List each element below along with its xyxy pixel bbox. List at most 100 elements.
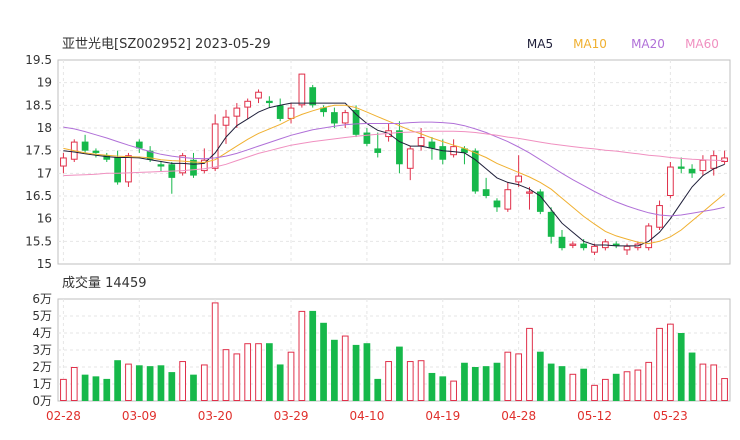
candle-body — [623, 245, 631, 251]
volume-bar — [688, 352, 696, 401]
candle-body — [374, 148, 382, 153]
candle-body — [645, 225, 653, 249]
x-tick-label: 03-20 — [198, 409, 233, 423]
volume-bar — [439, 376, 447, 401]
x-tick-label: 02-28 — [46, 409, 81, 423]
volume-y-tick: 6万 — [32, 292, 52, 306]
x-tick-label: 03-29 — [274, 409, 309, 423]
price-y-tick: 16 — [37, 212, 52, 226]
stock-chart: 亚世光电[SZ002952] 2023-05-29 MA5 MA10 MA20 MA6… — [25, 37, 731, 423]
x-tick-label: 05-23 — [653, 409, 688, 423]
volume-y-tick: 2万 — [32, 360, 52, 374]
price-y-tick: 15 — [37, 257, 52, 271]
volume-bar — [417, 360, 425, 402]
volume-bar — [667, 323, 674, 401]
candle-body — [255, 91, 262, 99]
volume-bar — [320, 322, 327, 401]
volume-bar — [721, 378, 728, 401]
volume-bar — [60, 378, 67, 401]
volume-bar — [623, 371, 631, 401]
price-panel: 15 15.5 16 16.5 17 17.5 18 18.5 19 19.5 — [25, 53, 731, 271]
candle-body — [417, 137, 425, 147]
volume-bar — [146, 366, 154, 401]
candle-body — [92, 150, 100, 153]
volume-panel: 0万 1万 2万 3万 4万 5万 6万 — [32, 292, 731, 408]
volume-bar — [612, 373, 620, 401]
volume-bar — [135, 365, 143, 401]
ma20-line — [63, 121, 725, 217]
x-axis: 02-28 03-09 03-20 03-29 04-10 04-19 04-28 05-12… — [46, 409, 688, 423]
candle-body — [699, 159, 707, 172]
candle-body — [591, 245, 598, 253]
candle-body — [677, 166, 685, 169]
candle-body — [352, 109, 360, 135]
x-tick-label: 04-19 — [425, 409, 460, 423]
volume-bar — [526, 327, 533, 401]
price-y-tick: 17 — [37, 166, 52, 180]
volume-bar — [287, 351, 295, 402]
volume-bar — [70, 367, 78, 401]
volume-bar — [179, 361, 187, 401]
volume-bar — [450, 380, 457, 402]
candle-body — [439, 146, 447, 160]
volume-label: 成交量 14459 — [62, 275, 147, 291]
volume-bar — [569, 373, 577, 401]
candle-body — [363, 132, 371, 144]
volume-bar — [200, 364, 208, 402]
volume-bar — [157, 365, 165, 401]
ma10-line — [63, 104, 725, 245]
volume-bar — [341, 335, 349, 401]
volume-bar — [515, 353, 523, 401]
volume-bar — [482, 366, 490, 401]
candle-body — [222, 116, 230, 126]
candle-body — [504, 189, 512, 210]
volume-bar — [536, 351, 544, 401]
chart-title: 亚世光电[SZ002952] 2023-05-29 — [62, 37, 271, 52]
candle-body — [396, 130, 403, 165]
volume-bar — [591, 384, 598, 402]
volume-y-tick: 5万 — [32, 309, 52, 323]
candle-body — [569, 243, 577, 246]
volume-bar — [125, 363, 132, 402]
candle-body — [331, 112, 338, 124]
volume-bar — [493, 362, 501, 401]
volume-y-tick: 3万 — [32, 343, 52, 357]
candle-body — [688, 168, 696, 174]
volume-bar — [331, 339, 338, 401]
legend-ma10: MA10 — [573, 37, 607, 51]
legend-ma60: MA60 — [685, 37, 719, 51]
volume-bar — [222, 349, 230, 401]
volume-bar — [374, 378, 382, 401]
volume-y-tick: 1万 — [32, 377, 52, 391]
volume-bar — [276, 364, 284, 401]
candle-body — [558, 236, 566, 249]
candle-body — [157, 164, 165, 167]
price-y-tick: 16.5 — [25, 189, 52, 203]
candle-body — [493, 200, 501, 208]
candle-body — [450, 146, 457, 156]
x-tick-label: 04-28 — [501, 409, 536, 423]
volume-bar — [190, 374, 197, 401]
candle-body — [406, 148, 414, 169]
volume-bar — [233, 353, 241, 401]
volume-bar — [92, 376, 100, 401]
price-y-tick: 15.5 — [25, 234, 52, 248]
x-tick-label: 04-10 — [349, 409, 384, 423]
price-frame — [57, 59, 731, 265]
volume-bar — [558, 366, 566, 401]
candle-body — [428, 141, 436, 149]
candle-body — [515, 175, 523, 183]
legend-ma5: MA5 — [527, 37, 553, 51]
volume-bar — [168, 372, 176, 401]
volume-bar — [547, 363, 555, 401]
volume-y-tick: 0万 — [32, 394, 52, 408]
candle-body — [710, 155, 718, 169]
volume-bar — [265, 343, 273, 401]
volume-bar — [471, 367, 479, 401]
volume-bar — [352, 344, 360, 401]
x-tick-label: 05-12 — [577, 409, 612, 423]
volume-bar — [244, 343, 252, 402]
volume-bar — [504, 351, 512, 402]
candle-body — [244, 100, 252, 108]
volume-bar — [363, 343, 371, 401]
